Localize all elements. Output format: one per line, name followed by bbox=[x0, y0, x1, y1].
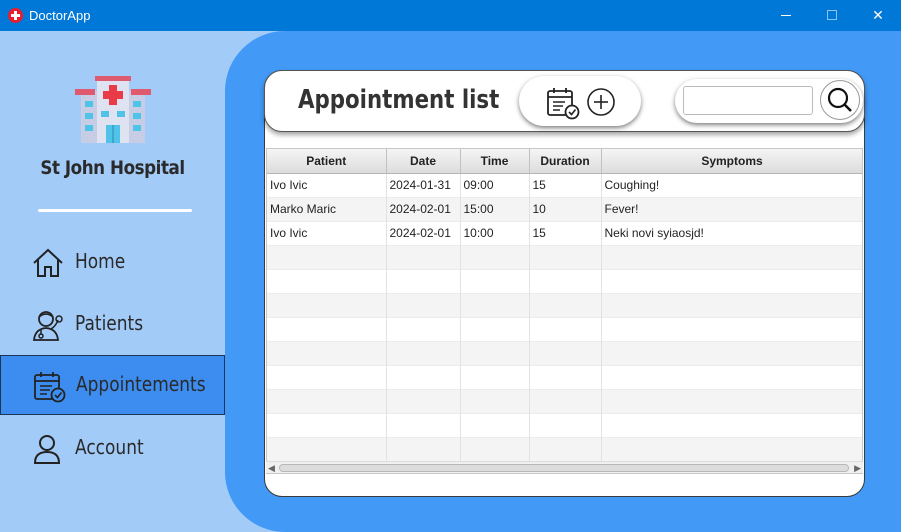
table-row[interactable]: Ivo Ivic 2024-01-31 09:00 15 Coughing! bbox=[267, 173, 862, 197]
calendar-check-icon bbox=[34, 372, 66, 403]
sidebar: St John Hospital Home Patients Appointem… bbox=[0, 31, 225, 532]
hospital-name: St John Hospital bbox=[40, 157, 185, 179]
sidebar-item-label: Home bbox=[75, 249, 126, 273]
user-icon bbox=[33, 435, 61, 464]
title-bar: DoctorApp ✕ bbox=[0, 0, 901, 31]
empty-row bbox=[267, 413, 862, 437]
cell-patient: Marko Maric bbox=[267, 197, 387, 221]
horizontal-scrollbar[interactable]: ◀ ▶ bbox=[266, 461, 863, 473]
table-header-row: Patient Date Time Duration Symptoms bbox=[267, 149, 862, 174]
empty-row bbox=[267, 365, 862, 389]
table-row[interactable]: Ivo Ivic 2024-02-01 10:00 15 Neki novi s… bbox=[267, 221, 862, 245]
action-group bbox=[519, 76, 641, 126]
empty-row bbox=[267, 341, 862, 365]
sidebar-item-label: Account bbox=[75, 435, 144, 459]
empty-row bbox=[267, 269, 862, 293]
table-row[interactable]: Marko Maric 2024-02-01 15:00 10 Fever! bbox=[267, 197, 862, 221]
add-appointment-icon[interactable] bbox=[585, 86, 617, 118]
app-logo-icon bbox=[8, 8, 23, 23]
header-bar: Appointment list bbox=[264, 70, 865, 132]
maximize-icon bbox=[827, 10, 837, 20]
calendar-check-icon[interactable] bbox=[545, 85, 581, 121]
sidebar-item-account[interactable]: Account bbox=[0, 419, 225, 479]
minimize-button[interactable] bbox=[763, 0, 809, 31]
column-header-time[interactable]: Time bbox=[460, 149, 530, 174]
search-input[interactable] bbox=[683, 86, 813, 115]
cell-symptoms: Neki novi syiaosjd! bbox=[601, 221, 862, 245]
scrollbar-thumb[interactable] bbox=[279, 464, 849, 472]
cell-time: 10:00 bbox=[460, 221, 530, 245]
empty-row bbox=[267, 317, 862, 341]
cell-date: 2024-02-01 bbox=[386, 221, 461, 245]
cell-time: 09:00 bbox=[460, 173, 530, 197]
empty-row bbox=[267, 437, 862, 461]
empty-row bbox=[267, 245, 862, 269]
home-icon bbox=[33, 248, 63, 277]
column-header-symptoms[interactable]: Symptoms bbox=[601, 149, 862, 174]
search-icon bbox=[827, 87, 852, 112]
cell-date: 2024-01-31 bbox=[386, 173, 461, 197]
column-header-date[interactable]: Date bbox=[386, 149, 461, 174]
sidebar-item-label: Patients bbox=[75, 311, 144, 335]
sidebar-item-patients[interactable]: Patients bbox=[0, 295, 225, 355]
cell-date: 2024-02-01 bbox=[386, 197, 461, 221]
cell-symptoms: Coughing! bbox=[601, 173, 862, 197]
cell-patient: Ivo Ivic bbox=[267, 221, 387, 245]
cell-duration: 15 bbox=[529, 173, 602, 197]
sidebar-item-label: Appointements bbox=[76, 372, 206, 396]
search-group bbox=[675, 79, 863, 123]
close-button[interactable]: ✕ bbox=[855, 0, 901, 31]
cell-time: 15:00 bbox=[460, 197, 530, 221]
sidebar-item-home[interactable]: Home bbox=[0, 233, 225, 293]
column-header-duration[interactable]: Duration bbox=[529, 149, 602, 174]
column-header-patient[interactable]: Patient bbox=[267, 149, 387, 174]
scroll-left-icon[interactable]: ◀ bbox=[268, 463, 275, 474]
cell-patient: Ivo Ivic bbox=[267, 173, 387, 197]
window-title: DoctorApp bbox=[29, 8, 91, 23]
page-title: Appointment list bbox=[298, 85, 500, 115]
cell-duration: 10 bbox=[529, 197, 602, 221]
maximize-button[interactable] bbox=[809, 0, 855, 31]
cell-symptoms: Fever! bbox=[601, 197, 862, 221]
appointments-table: Patient Date Time Duration Symptoms Ivo … bbox=[266, 148, 863, 474]
empty-row bbox=[267, 389, 862, 413]
hospital-logo-icon bbox=[75, 76, 151, 143]
empty-row bbox=[267, 293, 862, 317]
cell-duration: 15 bbox=[529, 221, 602, 245]
search-button[interactable] bbox=[820, 80, 860, 120]
minimize-icon bbox=[781, 15, 791, 16]
sidebar-item-appointements[interactable]: Appointements bbox=[0, 355, 225, 415]
scroll-right-icon[interactable]: ▶ bbox=[854, 463, 861, 474]
sidebar-divider bbox=[38, 209, 192, 212]
doctor-icon bbox=[33, 311, 63, 341]
